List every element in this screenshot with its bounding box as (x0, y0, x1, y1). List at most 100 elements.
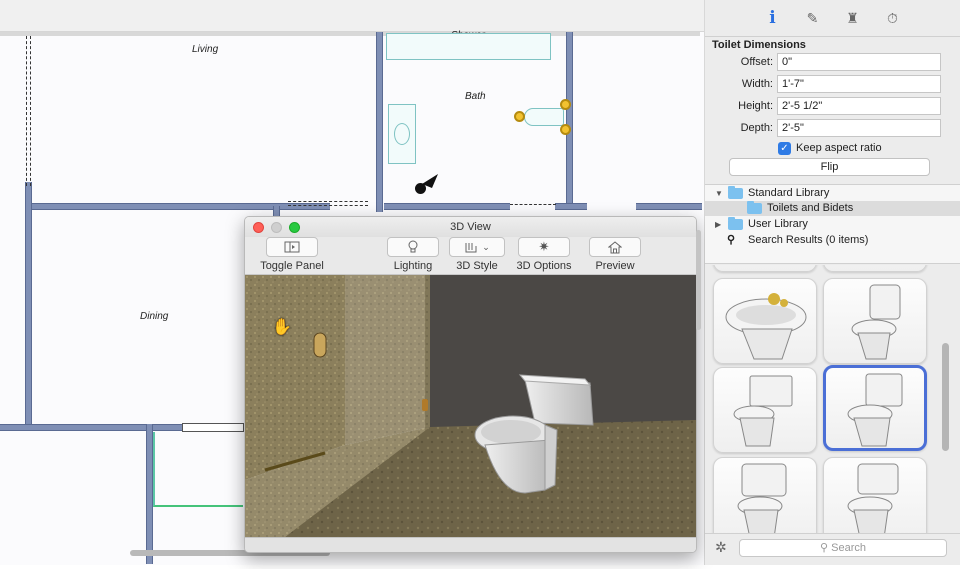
wall-hall-west[interactable] (146, 424, 153, 564)
wall-dining-south[interactable] (0, 424, 184, 431)
toilet-thumbnail[interactable] (713, 457, 817, 533)
magnifier-icon: ⚲ (727, 234, 736, 246)
wall-east-stub[interactable] (636, 203, 702, 210)
width-row: Width: 1'-7" (705, 74, 960, 96)
3d-view-window[interactable]: 3D View Toggle Panel Lighting ⌄ 3D Style… (244, 216, 697, 553)
toilet-thumbnail[interactable] (823, 278, 927, 364)
toilet-thumbnail-selected[interactable] (823, 365, 927, 451)
toggle-panel-icon (266, 237, 318, 257)
hand-cursor-icon: ✋ (272, 319, 292, 336)
folder-icon (747, 201, 762, 214)
chevron-down-icon: ⌄ (482, 241, 490, 252)
window-titlebar[interactable]: 3D View (245, 217, 696, 237)
preview-label: Preview (595, 260, 635, 272)
library-thumbnail[interactable] (713, 265, 817, 272)
tab-info[interactable]: i (765, 8, 781, 28)
section-title: Toilet Dimensions (712, 39, 806, 51)
house-icon (589, 237, 641, 257)
library-thumbnail-grid (705, 265, 960, 533)
tree-item-standard-library[interactable]: ▼ Standard Library (705, 186, 960, 201)
keep-aspect-checkbox[interactable]: ✓ (778, 142, 791, 155)
depth-label: Depth: (740, 122, 773, 134)
keep-aspect-row: ✓ Keep aspect ratio (705, 140, 960, 159)
tree-label: Toilets and Bidets (767, 202, 854, 214)
plan-top-edge (0, 32, 700, 36)
preview-button[interactable]: Preview (587, 237, 643, 272)
lighting-button[interactable]: Lighting (385, 237, 441, 272)
library-thumbnail[interactable] (823, 265, 927, 272)
offset-field[interactable]: 0" (777, 53, 941, 71)
toilet-thumbnail[interactable] (713, 367, 817, 453)
toilet-fixture-plan[interactable] (524, 108, 564, 126)
3d-scene-viewport[interactable]: ✋ (245, 275, 696, 537)
selection-handle[interactable] (514, 111, 525, 122)
selection-handle[interactable] (560, 99, 571, 110)
keep-aspect-label: Keep aspect ratio (796, 142, 882, 154)
tree-label: Standard Library (748, 187, 830, 199)
lighting-label: Lighting (393, 260, 433, 272)
depth-field[interactable]: 2'-5" (777, 119, 941, 137)
toggle-panel-label: Toggle Panel (260, 260, 324, 272)
vanity-sink[interactable] (388, 104, 416, 164)
triangle-right-icon[interactable]: ▶ (715, 217, 721, 232)
shower-fixture[interactable] (386, 33, 551, 60)
paint-icon: ✎ (806, 9, 819, 26)
tab-furniture[interactable]: ♜ (845, 9, 861, 27)
3d-style-label: 3D Style (456, 260, 498, 272)
plan-top-strip (0, 0, 704, 32)
camera-direction-icon (422, 174, 438, 188)
plan-window[interactable] (182, 423, 244, 432)
3d-options-button[interactable]: ✷ 3D Options (509, 237, 579, 272)
offset-row: Offset: 0" (705, 52, 960, 74)
3d-status-bar (245, 537, 696, 552)
3d-options-label: 3D Options (516, 260, 572, 272)
tab-materials[interactable]: ✎ (805, 9, 821, 27)
hall-outline (153, 432, 243, 507)
opening-dashed-west (26, 36, 31, 186)
offset-label: Offset: (740, 56, 773, 68)
opening-dashed-bath (510, 204, 556, 207)
height-label: Height: (738, 100, 773, 112)
tree-item-user-library[interactable]: ▶ User Library (705, 217, 960, 232)
tree-label: Search Results (0 items) (748, 234, 869, 246)
plan-vertical-scrollbar[interactable] (696, 230, 701, 330)
toggle-panel-button[interactable]: Toggle Panel (249, 237, 335, 272)
flip-button[interactable]: Flip (729, 158, 930, 176)
bidet-thumbnail[interactable] (713, 278, 817, 364)
tab-timer[interactable]: ⏱ (885, 9, 901, 27)
wall-dining-west[interactable] (25, 182, 32, 427)
toilet-thumbnail[interactable] (823, 457, 927, 533)
room-label-dining: Dining (140, 311, 169, 322)
width-field[interactable]: 1'-7" (777, 75, 941, 93)
library-tree: ▼ Standard Library Toilets and Bidets ▶ … (705, 184, 960, 264)
wall-living-south-left[interactable] (30, 203, 330, 210)
timer-icon: ⏱ (887, 9, 898, 26)
tree-label: User Library (748, 218, 808, 230)
search-placeholder: Search (831, 542, 866, 554)
3d-style-button[interactable]: ⌄ 3D Style (446, 237, 508, 272)
library-scrollbar[interactable] (942, 343, 949, 451)
height-row: Height: 2'-5 1/2" (705, 96, 960, 118)
lightbulb-icon (387, 237, 439, 257)
furniture-icon: ♜ (846, 9, 859, 26)
selection-handle[interactable] (560, 124, 571, 135)
tree-item-search-results[interactable]: ⚲ Search Results (0 items) (705, 233, 960, 248)
wall-bath-south[interactable] (384, 203, 510, 210)
height-field[interactable]: 2'-5 1/2" (777, 97, 941, 115)
inspector-tabs: i ✎ ♜ ⏱ (705, 0, 960, 37)
folder-icon (728, 186, 743, 199)
inspector-panel: i ✎ ♜ ⏱ Toilet Dimensions Offset: 0" Wid… (705, 0, 960, 565)
wall-bath-south-right[interactable] (555, 203, 587, 210)
room-label-bath: Bath (465, 91, 486, 102)
triangle-down-icon[interactable]: ▼ (715, 186, 723, 201)
depth-row: Depth: 2'-5" (705, 118, 960, 140)
opening-dashed-south (288, 201, 368, 206)
wall-bath-west[interactable] (376, 32, 383, 212)
wall-bath-east[interactable] (566, 32, 573, 210)
search-input[interactable]: ⚲ Search (739, 539, 947, 557)
gear-icon[interactable]: ✲ (715, 539, 727, 556)
tree-item-toilets-and-bidets[interactable]: Toilets and Bidets (705, 201, 960, 216)
info-icon: i (769, 8, 776, 28)
style-brush-icon: ⌄ (449, 237, 505, 257)
gear-icon: ✷ (518, 237, 570, 257)
